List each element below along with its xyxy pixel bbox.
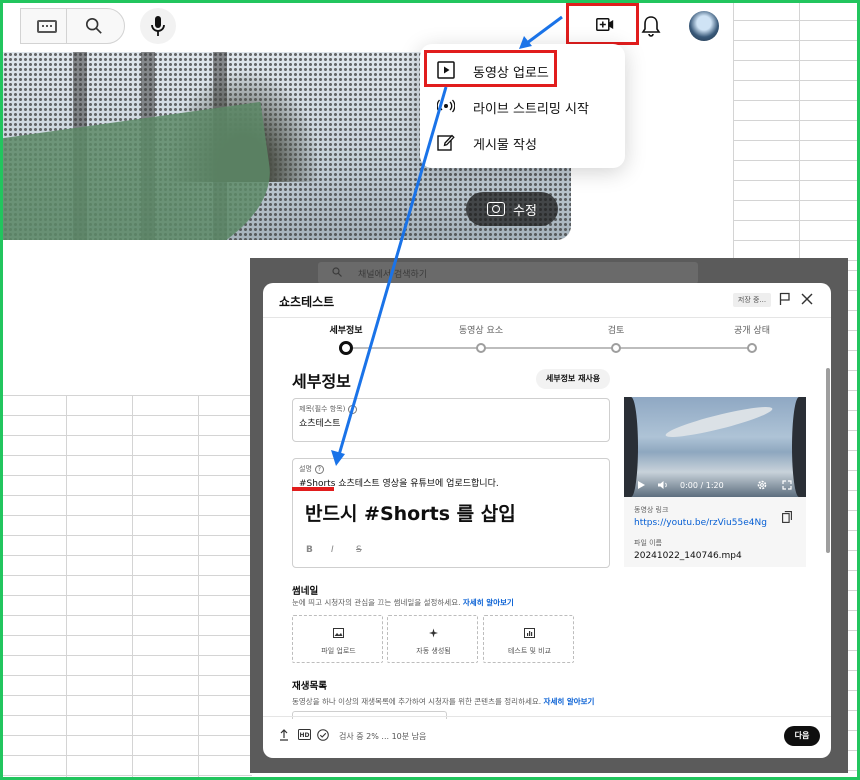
- video-info-panel: 동영상 링크 https://youtu.be/rzViu55e4Ng 파일 이…: [624, 497, 806, 567]
- menu-item-label: 라이브 스트리밍 시작: [473, 102, 589, 117]
- divider: [66, 9, 67, 43]
- image-upload-icon: [333, 628, 344, 638]
- video-link[interactable]: https://youtu.be/rzViu55e4Ng: [634, 518, 767, 528]
- divider: [263, 716, 831, 717]
- mic-icon: [151, 16, 165, 36]
- annotation-callout: 반드시 #Shorts 를 삽입: [305, 503, 516, 525]
- banner-decoration: [3, 101, 283, 240]
- upload-highlight-box: [424, 50, 557, 87]
- preview-image: [663, 401, 775, 443]
- learn-more-link[interactable]: 자세히 알아보기: [544, 697, 595, 706]
- option-label: 자동 생성됨: [416, 647, 451, 655]
- step-dot-checks: [611, 343, 621, 353]
- upload-status: 검사 중 2% ... 10분 남음: [339, 732, 427, 741]
- step-checks[interactable]: 검토: [571, 323, 661, 336]
- settings-gear-icon[interactable]: [756, 479, 768, 491]
- upload-arrow-icon[interactable]: [279, 729, 289, 741]
- post-edit-icon: [437, 134, 455, 151]
- player-controls: 0:00 / 1:20: [624, 475, 806, 497]
- title-field-label: 제목(필수 항목)?: [299, 404, 358, 414]
- bold-button[interactable]: B: [306, 545, 313, 555]
- thumbnail-description: 눈에 띄고 시청자의 관심을 끄는 썸네일을 설정하세요. 자세히 알아보기: [292, 598, 514, 607]
- edit-label: 수정: [513, 203, 537, 219]
- search-box[interactable]: [20, 8, 125, 44]
- playlist-select[interactable]: [292, 711, 447, 719]
- check-circle-icon[interactable]: [317, 729, 329, 741]
- video-preview[interactable]: 0:00 / 1:20: [624, 397, 806, 497]
- description-field-label: 설명?: [299, 464, 324, 474]
- step-dot-video-elements: [476, 343, 486, 353]
- live-icon: [437, 99, 455, 113]
- search-icon[interactable]: [85, 17, 103, 35]
- thumbnail-upload-option[interactable]: 파일 업로드: [292, 615, 383, 663]
- step-visibility[interactable]: 공개 상태: [707, 323, 797, 336]
- player-time: 0:00 / 1:20: [680, 481, 724, 490]
- learn-more-link[interactable]: 자세히 알아보기: [463, 598, 514, 607]
- edit-banner-button[interactable]: 수정: [466, 192, 558, 226]
- file-name-label: 파일 이름: [634, 539, 662, 547]
- bar-chart-icon: [524, 628, 535, 638]
- thumbnail-heading: 썸네일: [292, 586, 319, 597]
- reuse-details-button[interactable]: 세부정보 재사용: [536, 369, 610, 389]
- menu-item-live[interactable]: 라이브 스트리밍 시작: [420, 88, 625, 124]
- strikethrough-button[interactable]: S: [356, 545, 362, 555]
- bell-icon[interactable]: [641, 15, 661, 37]
- title-field[interactable]: 제목(필수 항목)? 쇼츠테스트: [292, 398, 610, 442]
- step-details[interactable]: 세부정보: [301, 323, 391, 336]
- menu-item-create-post[interactable]: 게시물 작성: [420, 124, 625, 160]
- play-icon[interactable]: [637, 480, 646, 490]
- keyboard-icon[interactable]: [37, 20, 57, 33]
- step-dot-visibility: [747, 343, 757, 353]
- spreadsheet-grid: [848, 270, 860, 780]
- step-dot-details: [339, 341, 353, 355]
- svg-text:HD: HD: [299, 732, 309, 739]
- italic-button[interactable]: I: [331, 545, 334, 555]
- section-heading: 세부정보: [292, 372, 351, 391]
- shorts-underline: [292, 487, 334, 491]
- avatar[interactable]: [689, 11, 719, 41]
- studio-search-input[interactable]: 채널에서 검색하기: [318, 262, 698, 284]
- file-name: 20241022_140746.mp4: [634, 551, 742, 561]
- stepper-track: [346, 347, 754, 349]
- close-icon[interactable]: [801, 293, 813, 305]
- video-link-label: 동영상 링크: [634, 506, 669, 514]
- create-video-icon: [596, 18, 614, 31]
- sparkle-icon: [429, 628, 438, 638]
- thumbnail-test-option[interactable]: 테스트 및 비교: [483, 615, 574, 663]
- playlist-heading: 재생목록: [292, 681, 327, 692]
- fullscreen-icon[interactable]: [782, 480, 792, 490]
- create-button[interactable]: [566, 3, 639, 45]
- scrollbar[interactable]: [826, 368, 830, 553]
- help-icon[interactable]: ?: [314, 465, 324, 474]
- camera-icon: [487, 202, 506, 216]
- spreadsheet-grid: [0, 395, 252, 780]
- step-video-elements[interactable]: 동영상 요소: [436, 323, 526, 336]
- next-button[interactable]: 다음: [784, 726, 820, 746]
- spreadsheet-grid: [733, 0, 860, 270]
- search-icon: [332, 267, 342, 277]
- voice-search-button[interactable]: [140, 8, 176, 44]
- title-field-value: 쇼츠테스트: [299, 419, 341, 429]
- thumbnail-auto-option[interactable]: 자동 생성됨: [387, 615, 478, 663]
- copy-icon[interactable]: [782, 511, 792, 523]
- youtube-top-bar: [0, 0, 733, 52]
- dialog-title: 쇼츠테스트: [279, 295, 335, 309]
- save-status-badge: 저장 중...: [733, 293, 771, 307]
- option-label: 테스트 및 비교: [507, 647, 552, 655]
- hd-icon[interactable]: HD: [298, 729, 311, 740]
- option-label: 파일 업로드: [321, 647, 356, 655]
- volume-icon[interactable]: [657, 480, 669, 490]
- playlist-description: 동영상을 하나 이상의 재생목록에 추가하여 시청자를 위한 콘텐츠를 정리하세…: [292, 697, 595, 706]
- divider: [263, 317, 831, 318]
- studio-search-placeholder: 채널에서 검색하기: [358, 270, 428, 280]
- feedback-flag-icon[interactable]: [779, 292, 791, 306]
- menu-item-label: 게시물 작성: [473, 138, 537, 153]
- help-icon[interactable]: ?: [348, 405, 358, 414]
